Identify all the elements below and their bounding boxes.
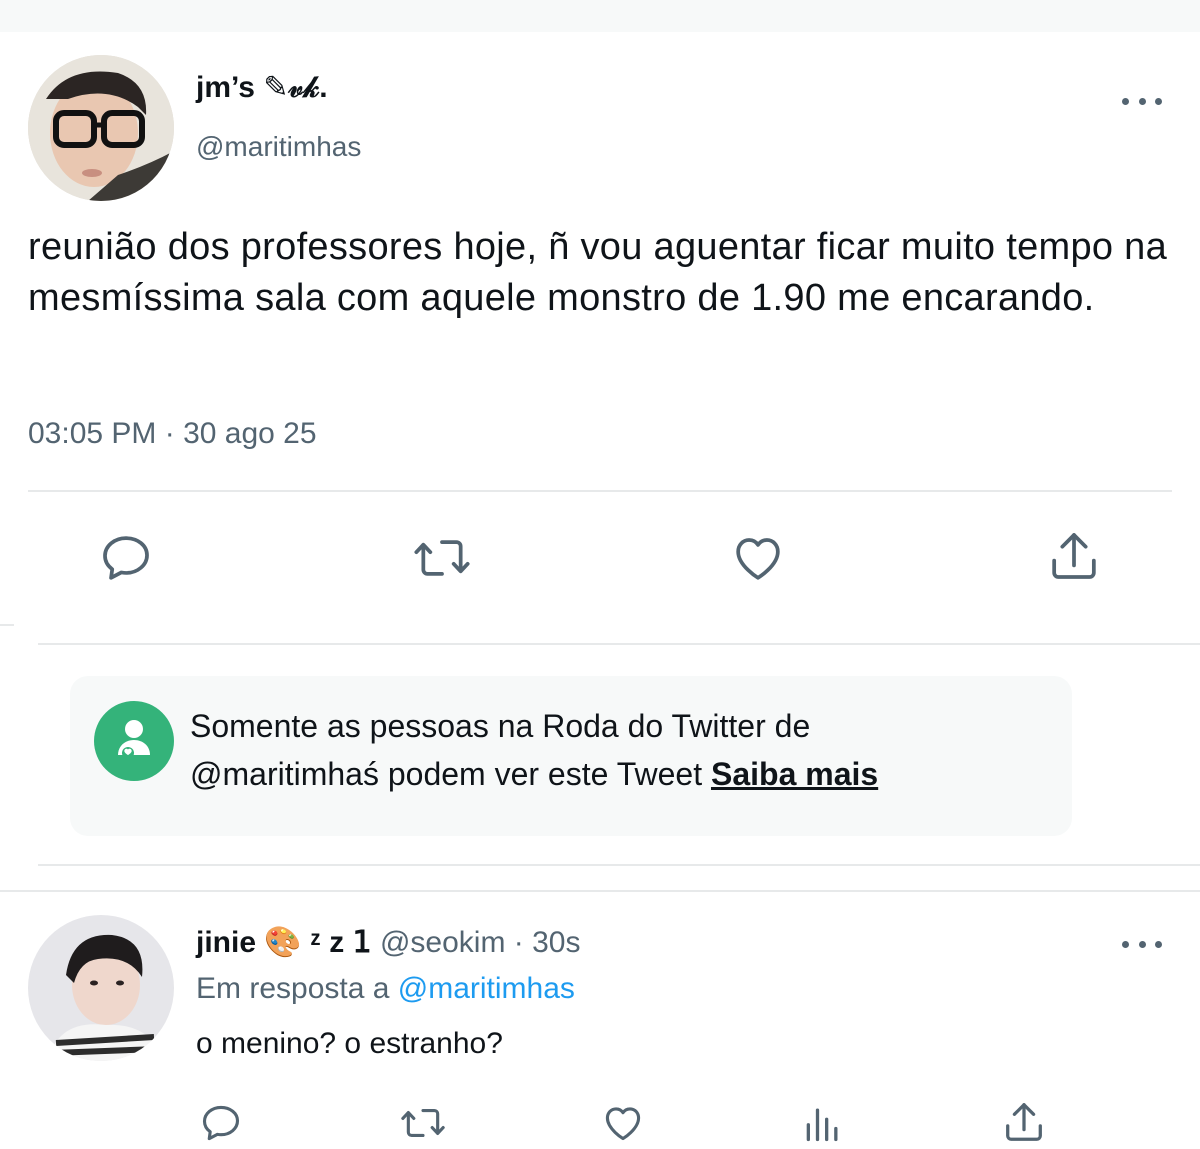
retweet-icon [401, 1108, 445, 1138]
reply-like-button[interactable] [598, 1100, 648, 1146]
divider [28, 490, 1172, 492]
reply-share-button[interactable] [1000, 1098, 1048, 1146]
share-button[interactable] [1044, 526, 1104, 586]
heart-icon [736, 538, 780, 580]
top-strip [0, 0, 1200, 32]
reply-analytics-button[interactable] [800, 1100, 846, 1146]
share-icon [1006, 1103, 1042, 1141]
circle-notice-line1: Somente as pessoas na Roda do Twitter de [190, 708, 811, 744]
reply-retweet-button[interactable] [396, 1100, 450, 1146]
reply-more-options-button[interactable] [1122, 934, 1162, 954]
heart-icon [605, 1107, 641, 1141]
reply-to-prefix: Em resposta a [196, 972, 398, 1005]
reply-avatar[interactable] [28, 915, 174, 1061]
reply-to-line: Em resposta a @maritimhas [196, 972, 575, 1006]
learn-more-link[interactable]: Saiba mais [711, 756, 878, 792]
reply-handle-time[interactable]: @seokim · 30s [372, 926, 581, 959]
handle[interactable]: @maritimhas [196, 131, 361, 163]
avatar-image [28, 55, 174, 201]
reply-text: o menino? o estranho? [196, 1027, 503, 1060]
circle-notice-text: Somente as pessoas na Roda do Twitter de… [190, 702, 1050, 798]
more-horizontal-icon [1122, 97, 1129, 105]
tweet-timestamp[interactable]: 03:05 PM · 30 ago 25 [28, 417, 317, 451]
reply-icon [103, 536, 149, 580]
divider [38, 643, 1200, 645]
display-name[interactable]: jm’s ✎𝓋𝓀. [196, 70, 328, 105]
retweet-button[interactable] [410, 528, 474, 588]
reply-to-mention[interactable]: @maritimhas [398, 972, 575, 1005]
avatar[interactable] [28, 55, 174, 201]
divider [0, 890, 1200, 892]
share-icon [1052, 533, 1096, 579]
like-button[interactable] [728, 528, 788, 588]
twitter-circle-icon [94, 701, 174, 781]
more-options-button[interactable] [1122, 91, 1162, 111]
avatar-image [28, 915, 174, 1061]
more-horizontal-icon [1122, 940, 1129, 948]
analytics-icon [806, 1108, 838, 1142]
reply-reply-button[interactable] [196, 1100, 246, 1146]
reply-button[interactable] [96, 528, 156, 588]
reply-icon [202, 1105, 240, 1141]
reply-header: jinie 🎨 ᶻ z 𝟣 @seokim · 30s [196, 925, 580, 960]
circle-notice-line2: @maritimhaś podem ver este Tweet [190, 756, 711, 792]
circle-notice: Somente as pessoas na Roda do Twitter de… [70, 676, 1072, 836]
retweet-icon [414, 540, 470, 576]
reply-display-name[interactable]: jinie 🎨 ᶻ z 𝟣 [196, 926, 372, 959]
divider [0, 624, 14, 626]
tweet-text: reunião dos professores hoje, ñ vou ague… [28, 226, 1168, 319]
divider [38, 864, 1200, 866]
